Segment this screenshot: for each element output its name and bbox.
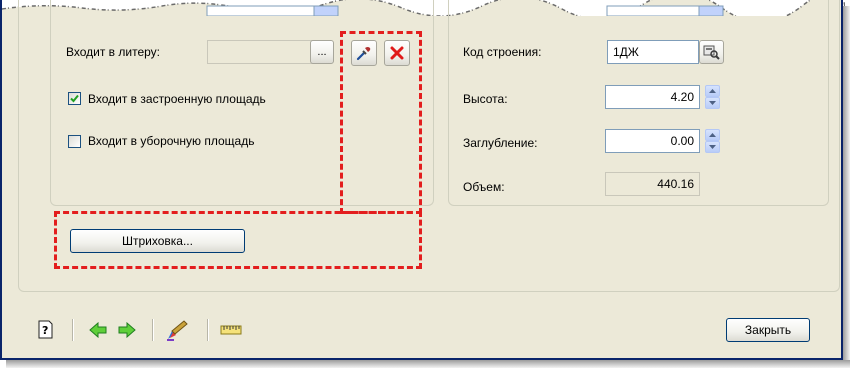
window-shadow-bottom — [6, 360, 850, 368]
litera-browse-button[interactable]: ... — [310, 40, 334, 64]
svg-text:?: ? — [42, 324, 48, 337]
height-field[interactable]: 4.20 — [605, 85, 700, 109]
close-button[interactable]: Закрыть — [726, 318, 810, 342]
forward-arrow-icon — [118, 322, 136, 338]
spin-up-icon — [709, 133, 716, 137]
depth-spin-down[interactable] — [705, 141, 720, 153]
height-spin-up[interactable] — [705, 85, 720, 97]
ruler-button[interactable] — [218, 320, 244, 340]
built-area-checkbox[interactable] — [68, 92, 81, 105]
cleaning-area-checkbox[interactable] — [68, 135, 81, 148]
built-area-label: Входит в застроенную площадь — [88, 92, 266, 106]
forward-button[interactable] — [116, 320, 138, 340]
building-code-field[interactable]: 1ДЖ — [607, 40, 699, 64]
help-icon: ? — [38, 320, 53, 339]
height-label: Высота: — [463, 92, 508, 106]
toolbar-separator — [152, 319, 154, 341]
litera-field[interactable] — [207, 40, 317, 64]
height-spinner[interactable] — [705, 85, 720, 109]
spin-up-icon — [709, 89, 716, 93]
toolbar-separator — [207, 319, 209, 341]
window-shadow-right — [843, 6, 850, 362]
volume-label: Объем: — [463, 180, 505, 194]
lookup-icon — [703, 45, 720, 60]
checkmark-icon — [70, 94, 79, 103]
paint-brush-icon — [167, 320, 188, 341]
back-arrow-icon — [89, 322, 107, 338]
dialog-window: Входит в литеру: ... Входит в застроенну… — [0, 0, 845, 360]
depth-spin-up[interactable] — [705, 129, 720, 141]
ruler-icon — [220, 325, 242, 335]
highlight-frame-buttons — [340, 31, 422, 214]
paint-button[interactable] — [165, 318, 189, 342]
back-button[interactable] — [87, 320, 109, 340]
cleaning-area-label: Входит в уборочную площадь — [88, 134, 255, 148]
depth-field[interactable]: 0.00 — [605, 129, 700, 153]
depth-spinner[interactable] — [705, 129, 720, 153]
spin-down-icon — [709, 145, 716, 149]
depth-label: Заглубление: — [463, 136, 538, 150]
litera-label: Входит в литеру: — [66, 45, 161, 59]
lookup-button[interactable] — [699, 40, 724, 64]
height-spin-down[interactable] — [705, 97, 720, 109]
highlight-frame-hatching — [54, 211, 422, 269]
building-code-label: Код строения: — [463, 45, 542, 59]
toolbar-separator — [72, 319, 74, 341]
spin-down-icon — [709, 101, 716, 105]
volume-field: 440.16 — [605, 172, 700, 196]
help-button[interactable]: ? — [37, 320, 56, 340]
